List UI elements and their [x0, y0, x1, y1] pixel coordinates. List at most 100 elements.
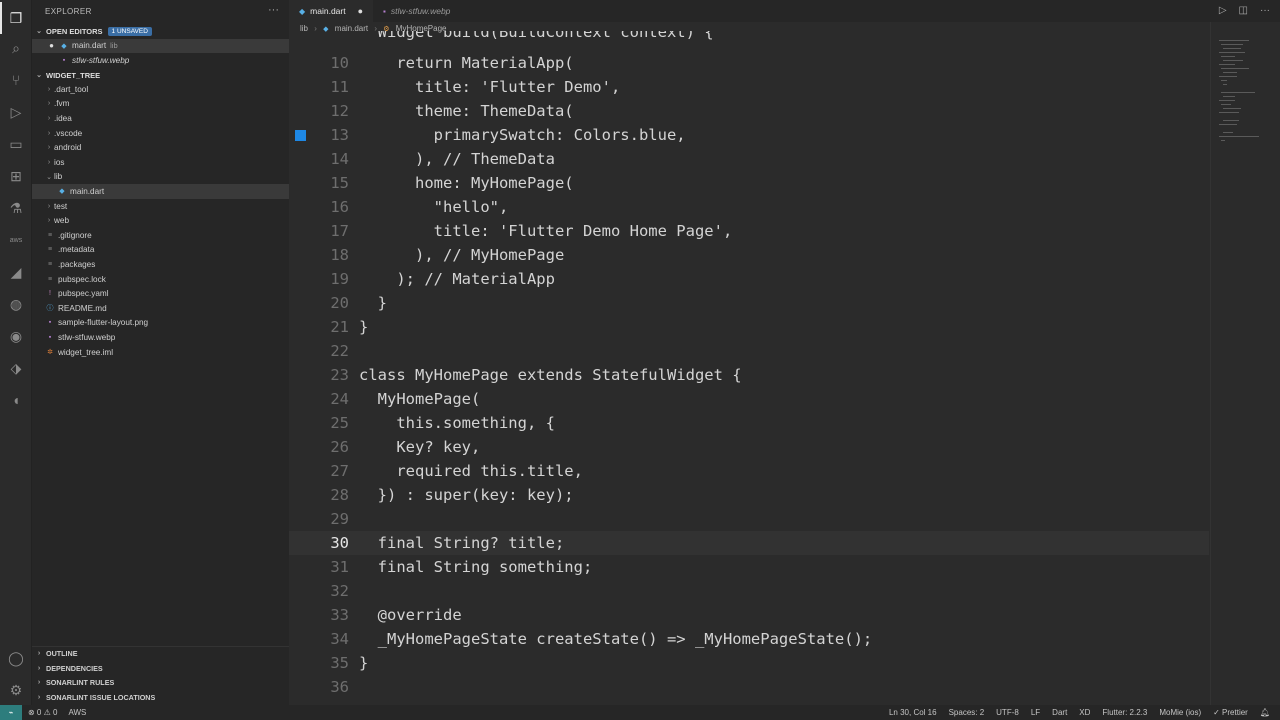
code-line: 32 — [289, 579, 1209, 603]
language-mode[interactable]: Dart — [1052, 708, 1067, 717]
docker-icon[interactable]: ◍ — [6, 294, 26, 314]
code-line-text: return MaterialApp( — [359, 54, 574, 72]
code-line: 28 }) : super(key: key); — [289, 483, 1209, 507]
split-editor-icon[interactable]: ◫ — [1239, 5, 1248, 16]
chevron-right-icon: › — [47, 158, 51, 166]
tree-item[interactable]: ≡ .gitignore — [32, 228, 289, 243]
minimap[interactable] — [1210, 22, 1280, 705]
workspace-section[interactable]: ⌄ WIDGET_TREE — [32, 68, 289, 82]
search-icon[interactable]: ⌕ — [6, 38, 26, 58]
open-editor-hint: lib — [110, 41, 118, 51]
tree-item-label: pubspec.yaml — [58, 289, 109, 299]
tree-item[interactable]: › .fvm — [32, 97, 289, 112]
aws-status[interactable]: AWS — [68, 708, 86, 717]
explorer-title: EXPLORER — [45, 7, 92, 16]
code-line: 21} — [289, 315, 1209, 339]
line-ending[interactable]: LF — [1031, 708, 1040, 717]
tree-item[interactable]: ≡ .metadata — [32, 243, 289, 258]
testing-icon[interactable]: ⚗ — [6, 198, 26, 218]
code-line-text: title: 'Flutter Demo Home Page', — [359, 222, 733, 240]
tree-item[interactable]: › .dart_tool — [32, 82, 289, 97]
run-icon[interactable]: ▷ — [1219, 5, 1227, 16]
outline-section[interactable]: › OUTLINE — [32, 646, 289, 661]
sonarlint-icon[interactable]: ◉ — [6, 326, 26, 346]
tab-stlw-stfuw[interactable]: ▪ stlw-stfuw.webp — [373, 0, 460, 22]
code-line: 31 final String something; — [289, 555, 1209, 579]
tree-item[interactable]: ≡ .packages — [32, 257, 289, 272]
settings-gear-icon[interactable]: ⚙ — [6, 680, 26, 700]
code-line-text: final String? title; — [359, 534, 565, 552]
tree-item[interactable]: › test — [32, 199, 289, 214]
tab-main-dart[interactable]: ◆ main.dart ● — [289, 0, 374, 22]
more-actions-icon[interactable]: ··· — [268, 4, 279, 16]
file-file-icon: ≡ — [47, 231, 53, 239]
tree-item[interactable]: ≡ pubspec.lock — [32, 272, 289, 287]
dirty-dot-icon[interactable]: ● — [32, 41, 54, 50]
dependencies-section[interactable]: › DEPENDENCIES — [32, 661, 289, 676]
tree-item[interactable]: ◆ main.dart — [32, 184, 289, 199]
cursor-position[interactable]: Ln 30, Col 16 — [889, 708, 937, 717]
xd-status[interactable]: XD — [1079, 708, 1090, 717]
line-number: 24 — [330, 390, 349, 408]
open-editor-main-dart[interactable]: ● ◆ main.dart lib — [32, 38, 289, 54]
code-line: 10 return MaterialApp( — [289, 51, 1209, 75]
remote-explorer-icon[interactable]: ▭ — [6, 134, 26, 154]
minimap-line — [1221, 80, 1227, 81]
tree-item[interactable]: ▪ sample-flutter-layout.png — [32, 316, 289, 331]
tree-item[interactable]: ⓘ README.md — [32, 301, 289, 316]
image-file-icon: ▪ — [383, 6, 386, 16]
code-line: 26 Key? key, — [289, 435, 1209, 459]
code-line: 36 — [289, 675, 1209, 699]
gitlens-icon[interactable]: ◖ — [6, 390, 26, 410]
code-line-text: Widget build(BuildContext context) { — [359, 31, 714, 41]
sonarlint-issue-locations-section[interactable]: › SONARLINT ISSUE LOCATIONS — [32, 690, 289, 705]
indentation[interactable]: Spaces: 2 — [949, 708, 985, 717]
extensions-icon[interactable]: ⊞ — [6, 166, 26, 186]
code-line: 19 ); // MaterialApp — [289, 267, 1209, 291]
problems-indicator[interactable]: ⊗ 0 ⚠ 0 — [28, 708, 57, 717]
code-line-text: class MyHomePage extends StatefulWidget … — [359, 366, 742, 384]
line-number: 14 — [330, 150, 349, 168]
code-line: 34 _MyHomePageState createState() => _My… — [289, 627, 1209, 651]
flutter-icon[interactable]: ◢ — [6, 262, 26, 282]
code-line-text: home: MyHomePage( — [359, 174, 574, 192]
open-editors-section[interactable]: ⌄ OPEN EDITORS 1 UNSAVED — [32, 24, 289, 38]
chevron-right-icon: › — [47, 217, 51, 225]
files-icon[interactable]: ❐ — [0, 2, 26, 34]
open-editor-webp[interactable]: ▪ stlw-stfuw.webp — [32, 53, 289, 68]
tree-item[interactable]: › web — [32, 213, 289, 228]
editor-area: ◆ main.dart ● ▪ stlw-stfuw.webp ▷ ◫ ··· … — [289, 0, 1280, 705]
chevron-down-icon: ⌄ — [36, 72, 42, 79]
line-number: 15 — [330, 174, 349, 192]
account-icon[interactable]: ◯ — [6, 648, 26, 668]
code-line: 13 primarySwatch: Colors.blue, — [289, 123, 1209, 147]
tree-item[interactable]: ⌄ lib — [32, 170, 289, 185]
prettier-status[interactable]: ✓ Prettier — [1213, 708, 1248, 717]
code-editor[interactable]: Widget build(BuildContext context) { 10 … — [289, 31, 1280, 705]
file-file-icon: ≡ — [47, 275, 53, 283]
file-file-icon: ≡ — [47, 260, 53, 268]
dirty-dot-icon[interactable]: ● — [358, 6, 363, 16]
tree-item-label: .dart_tool — [54, 84, 89, 94]
remote-indicator-icon[interactable]: ⌁ — [0, 705, 22, 720]
tree-item[interactable]: ! pubspec.yaml — [32, 286, 289, 301]
run-debug-icon[interactable]: ▷ — [6, 102, 26, 122]
aws-icon[interactable]: aws — [6, 230, 26, 250]
tree-item[interactable]: › .idea — [32, 111, 289, 126]
notifications-icon[interactable]: 🔔︎ — [1260, 708, 1270, 717]
tree-item[interactable]: ▪ stlw-stfuw.webp — [32, 330, 289, 345]
more-actions-icon[interactable]: ··· — [1260, 5, 1270, 16]
tree-item[interactable]: › android — [32, 140, 289, 155]
source-control-icon[interactable]: ⑂ — [6, 70, 26, 90]
line-number: 31 — [330, 558, 349, 576]
breakpoint-marker-icon[interactable] — [295, 130, 306, 141]
sonarlint-rules-section[interactable]: › SONARLINT RULES — [32, 676, 289, 691]
tree-item[interactable]: › .vscode — [32, 126, 289, 141]
encoding[interactable]: UTF-8 — [996, 708, 1019, 717]
tree-item[interactable]: ✲ widget_tree.iml — [32, 345, 289, 360]
line-number: 23 — [330, 366, 349, 384]
firebase-icon[interactable]: ⬗ — [6, 358, 26, 378]
flutter-version[interactable]: Flutter: 2.2.3 — [1102, 708, 1147, 717]
tree-item[interactable]: › ios — [32, 155, 289, 170]
device-selector[interactable]: MoMie (ios) — [1159, 708, 1201, 717]
